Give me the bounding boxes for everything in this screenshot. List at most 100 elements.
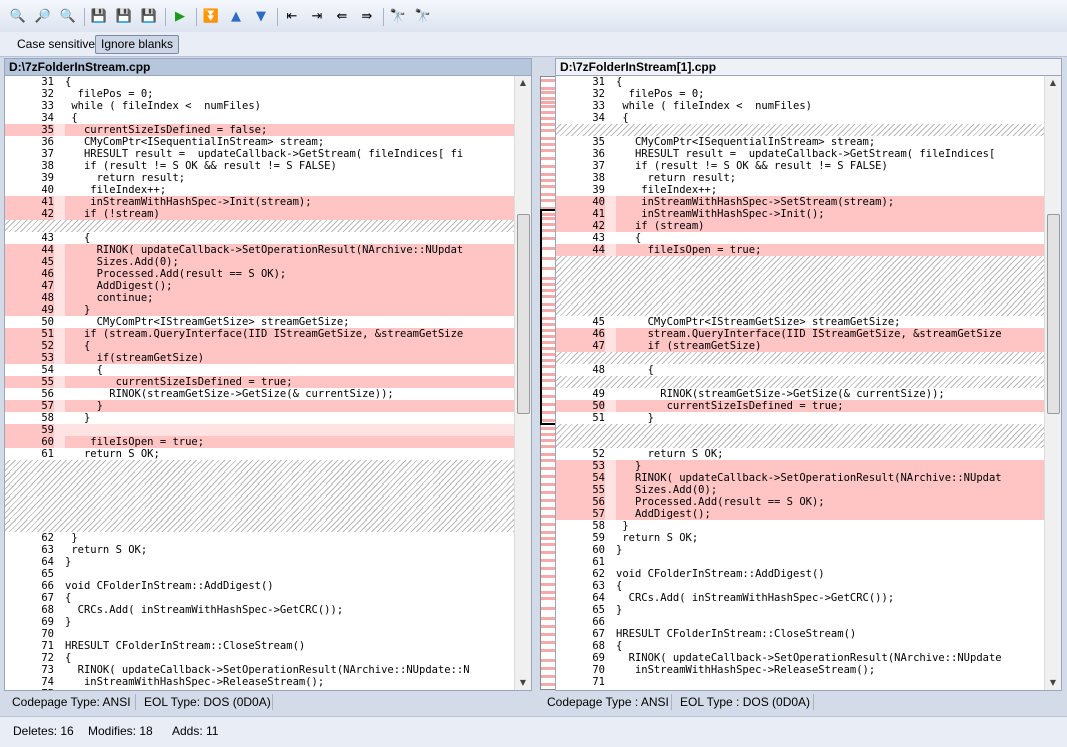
code-line[interactable]: 33 while ( fileIndex < numFiles) bbox=[556, 100, 1045, 112]
gap-line[interactable] bbox=[5, 460, 515, 472]
code-line[interactable]: 39 return result; bbox=[5, 172, 515, 184]
gap-line[interactable] bbox=[556, 292, 1045, 304]
code-line[interactable]: 53 } bbox=[556, 460, 1045, 472]
code-line[interactable]: 66 bbox=[556, 616, 1045, 628]
code-line[interactable]: 64 CRCs.Add( inStreamWithHashSpec->GetCR… bbox=[556, 592, 1045, 604]
gap-line[interactable] bbox=[556, 124, 1045, 136]
scroll-thumb[interactable] bbox=[517, 214, 530, 414]
code-line[interactable]: 50 currentSizeIsDefined = true; bbox=[556, 400, 1045, 412]
save-icon[interactable]: 💾 bbox=[89, 6, 109, 26]
code-line[interactable]: 65} bbox=[556, 604, 1045, 616]
gap-line[interactable] bbox=[556, 268, 1045, 280]
code-line[interactable]: 45 CMyComPtr<IStreamGetSize> streamGetSi… bbox=[556, 316, 1045, 328]
gap-line[interactable] bbox=[5, 508, 515, 520]
gap-line[interactable] bbox=[5, 520, 515, 532]
code-line[interactable]: 57 } bbox=[5, 400, 515, 412]
scroll-thumb[interactable] bbox=[1047, 214, 1060, 414]
ignore-blanks-toggle[interactable]: Ignore blanks bbox=[95, 35, 180, 54]
code-line[interactable]: 67 { bbox=[5, 592, 515, 604]
save-as-icon[interactable]: 💾 bbox=[114, 6, 134, 26]
gap-line[interactable] bbox=[5, 220, 515, 232]
copy-all-left-icon[interactable]: ⇚ bbox=[332, 6, 352, 26]
code-line[interactable]: 39 fileIndex++; bbox=[556, 184, 1045, 196]
right-scrollbar[interactable]: ▲ ▼ bbox=[1044, 76, 1061, 690]
left-scrollbar[interactable]: ▲ ▼ bbox=[514, 76, 531, 690]
code-line[interactable]: 46 stream.QueryInterface(IID IStreamGetS… bbox=[556, 328, 1045, 340]
code-line[interactable]: 51 if (stream.QueryInterface(IID IStream… bbox=[5, 328, 515, 340]
code-line[interactable]: 31 { bbox=[556, 76, 1045, 88]
code-line[interactable]: 69 RINOK( updateCallback->SetOperationRe… bbox=[556, 652, 1045, 664]
code-line[interactable]: 40 inStreamWithHashSpec->SetStream(strea… bbox=[556, 196, 1045, 208]
code-line[interactable]: 55 Sizes.Add(0); bbox=[556, 484, 1045, 496]
code-line[interactable]: 66 void CFolderInStream::AddDigest() bbox=[5, 580, 515, 592]
find-icon[interactable]: 🔭 bbox=[388, 6, 408, 26]
code-line[interactable]: 68 { bbox=[556, 640, 1045, 652]
left-code-view[interactable]: 31{32 filePos = 0; 33 while ( fileIndex <… bbox=[5, 76, 515, 690]
code-line[interactable]: 45 Sizes.Add(0); bbox=[5, 256, 515, 268]
code-line[interactable]: 72 { bbox=[5, 652, 515, 664]
compare-folder-icon[interactable]: 🔎 bbox=[33, 6, 53, 26]
code-line[interactable]: 56 RINOK(streamGetSize->GetSize(& curren… bbox=[5, 388, 515, 400]
gap-line[interactable] bbox=[556, 436, 1045, 448]
code-line[interactable]: 62 void CFolderInStream::AddDigest() bbox=[556, 568, 1045, 580]
copy-all-right-icon[interactable]: ⇛ bbox=[357, 6, 377, 26]
code-line[interactable]: 46 Processed.Add(result == S OK); bbox=[5, 268, 515, 280]
code-line[interactable]: 61 bbox=[556, 556, 1045, 568]
first-diff-icon[interactable]: ⏬ bbox=[201, 6, 221, 26]
code-line[interactable]: 55 currentSizeIsDefined = true; bbox=[5, 376, 515, 388]
code-line[interactable]: 60 fileIsOpen = true; bbox=[5, 436, 515, 448]
next-diff-icon[interactable]: ▼ bbox=[251, 6, 271, 26]
code-line[interactable]: 47 AddDigest(); bbox=[5, 280, 515, 292]
copy-right-icon[interactable]: ⇥ bbox=[307, 6, 327, 26]
gap-line[interactable] bbox=[556, 352, 1045, 364]
code-line[interactable]: 33 while ( fileIndex < numFiles) bbox=[5, 100, 515, 112]
code-line[interactable]: 63 { bbox=[556, 580, 1045, 592]
code-line[interactable]: 32 filePos = 0; bbox=[556, 88, 1045, 100]
code-line[interactable]: 40 fileIndex++; bbox=[5, 184, 515, 196]
code-line[interactable]: 68 CRCs.Add( inStreamWithHashSpec->GetCR… bbox=[5, 604, 515, 616]
gap-line[interactable] bbox=[556, 424, 1045, 436]
run-icon[interactable]: ▶ bbox=[170, 6, 190, 26]
code-line[interactable]: 54 RINOK( updateCallback->SetOperationRe… bbox=[556, 472, 1045, 484]
code-line[interactable]: 37 if (result != S OK && result != S FAL… bbox=[556, 160, 1045, 172]
code-line[interactable]: 48 { bbox=[556, 364, 1045, 376]
code-line[interactable]: 31 { bbox=[5, 76, 515, 88]
code-line[interactable]: 37 HRESULT result = updateCallback->GetS… bbox=[5, 148, 515, 160]
code-line[interactable]: 32 filePos = 0; bbox=[5, 88, 515, 100]
scroll-up-icon[interactable]: ▲ bbox=[515, 76, 531, 90]
code-line[interactable]: 47 if (streamGetSize) bbox=[556, 340, 1045, 352]
code-line[interactable]: 51 } bbox=[556, 412, 1045, 424]
gap-line[interactable] bbox=[5, 472, 515, 484]
location-pane[interactable] bbox=[540, 76, 558, 690]
code-line[interactable]: 52 return S OK; bbox=[556, 448, 1045, 460]
code-line[interactable]: 57 AddDigest(); bbox=[556, 508, 1045, 520]
gap-line[interactable] bbox=[556, 280, 1045, 292]
code-line[interactable]: 38 return result; bbox=[556, 172, 1045, 184]
code-line[interactable]: 70 inStreamWithHashSpec->ReleaseStream()… bbox=[556, 664, 1045, 676]
save-all-icon[interactable]: 💾 bbox=[139, 6, 159, 26]
code-line[interactable]: 49 } bbox=[5, 304, 515, 316]
case-sensitive-toggle[interactable]: Case sensitive bbox=[11, 35, 101, 54]
copy-left-icon[interactable]: ⇤ bbox=[282, 6, 302, 26]
code-line[interactable]: 71 bbox=[556, 676, 1045, 688]
code-line[interactable]: 73 RINOK( updateCallback->SetOperationRe… bbox=[5, 664, 515, 676]
code-line[interactable]: 58 } bbox=[5, 412, 515, 424]
code-line[interactable]: 44 RINOK( updateCallback->SetOperationRe… bbox=[5, 244, 515, 256]
code-line[interactable]: 71 HRESULT CFolderInStream::CloseStream() bbox=[5, 640, 515, 652]
code-line[interactable]: 50 CMyComPtr<IStreamGetSize> streamGetSi… bbox=[5, 316, 515, 328]
gap-line[interactable] bbox=[556, 304, 1045, 316]
compare-3-icon[interactable]: 🔍 bbox=[58, 6, 78, 26]
code-line[interactable]: 59 bbox=[5, 424, 515, 436]
code-line[interactable]: 49 RINOK(streamGetSize->GetSize(& curren… bbox=[556, 388, 1045, 400]
code-line[interactable]: 54 { bbox=[5, 364, 515, 376]
code-line[interactable]: 70 bbox=[5, 628, 515, 640]
find-next-icon[interactable]: 🔭 bbox=[413, 6, 433, 26]
gap-line[interactable] bbox=[556, 376, 1045, 388]
code-line[interactable]: 69} bbox=[5, 616, 515, 628]
code-line[interactable]: 65 bbox=[5, 568, 515, 580]
scroll-down-icon[interactable]: ▼ bbox=[1045, 676, 1061, 690]
code-line[interactable]: 59 return S OK; bbox=[556, 532, 1045, 544]
code-line[interactable]: 53 if(streamGetSize) bbox=[5, 352, 515, 364]
code-line[interactable]: 44 fileIsOpen = true; bbox=[556, 244, 1045, 256]
code-line[interactable]: 61 return S OK; bbox=[5, 448, 515, 460]
